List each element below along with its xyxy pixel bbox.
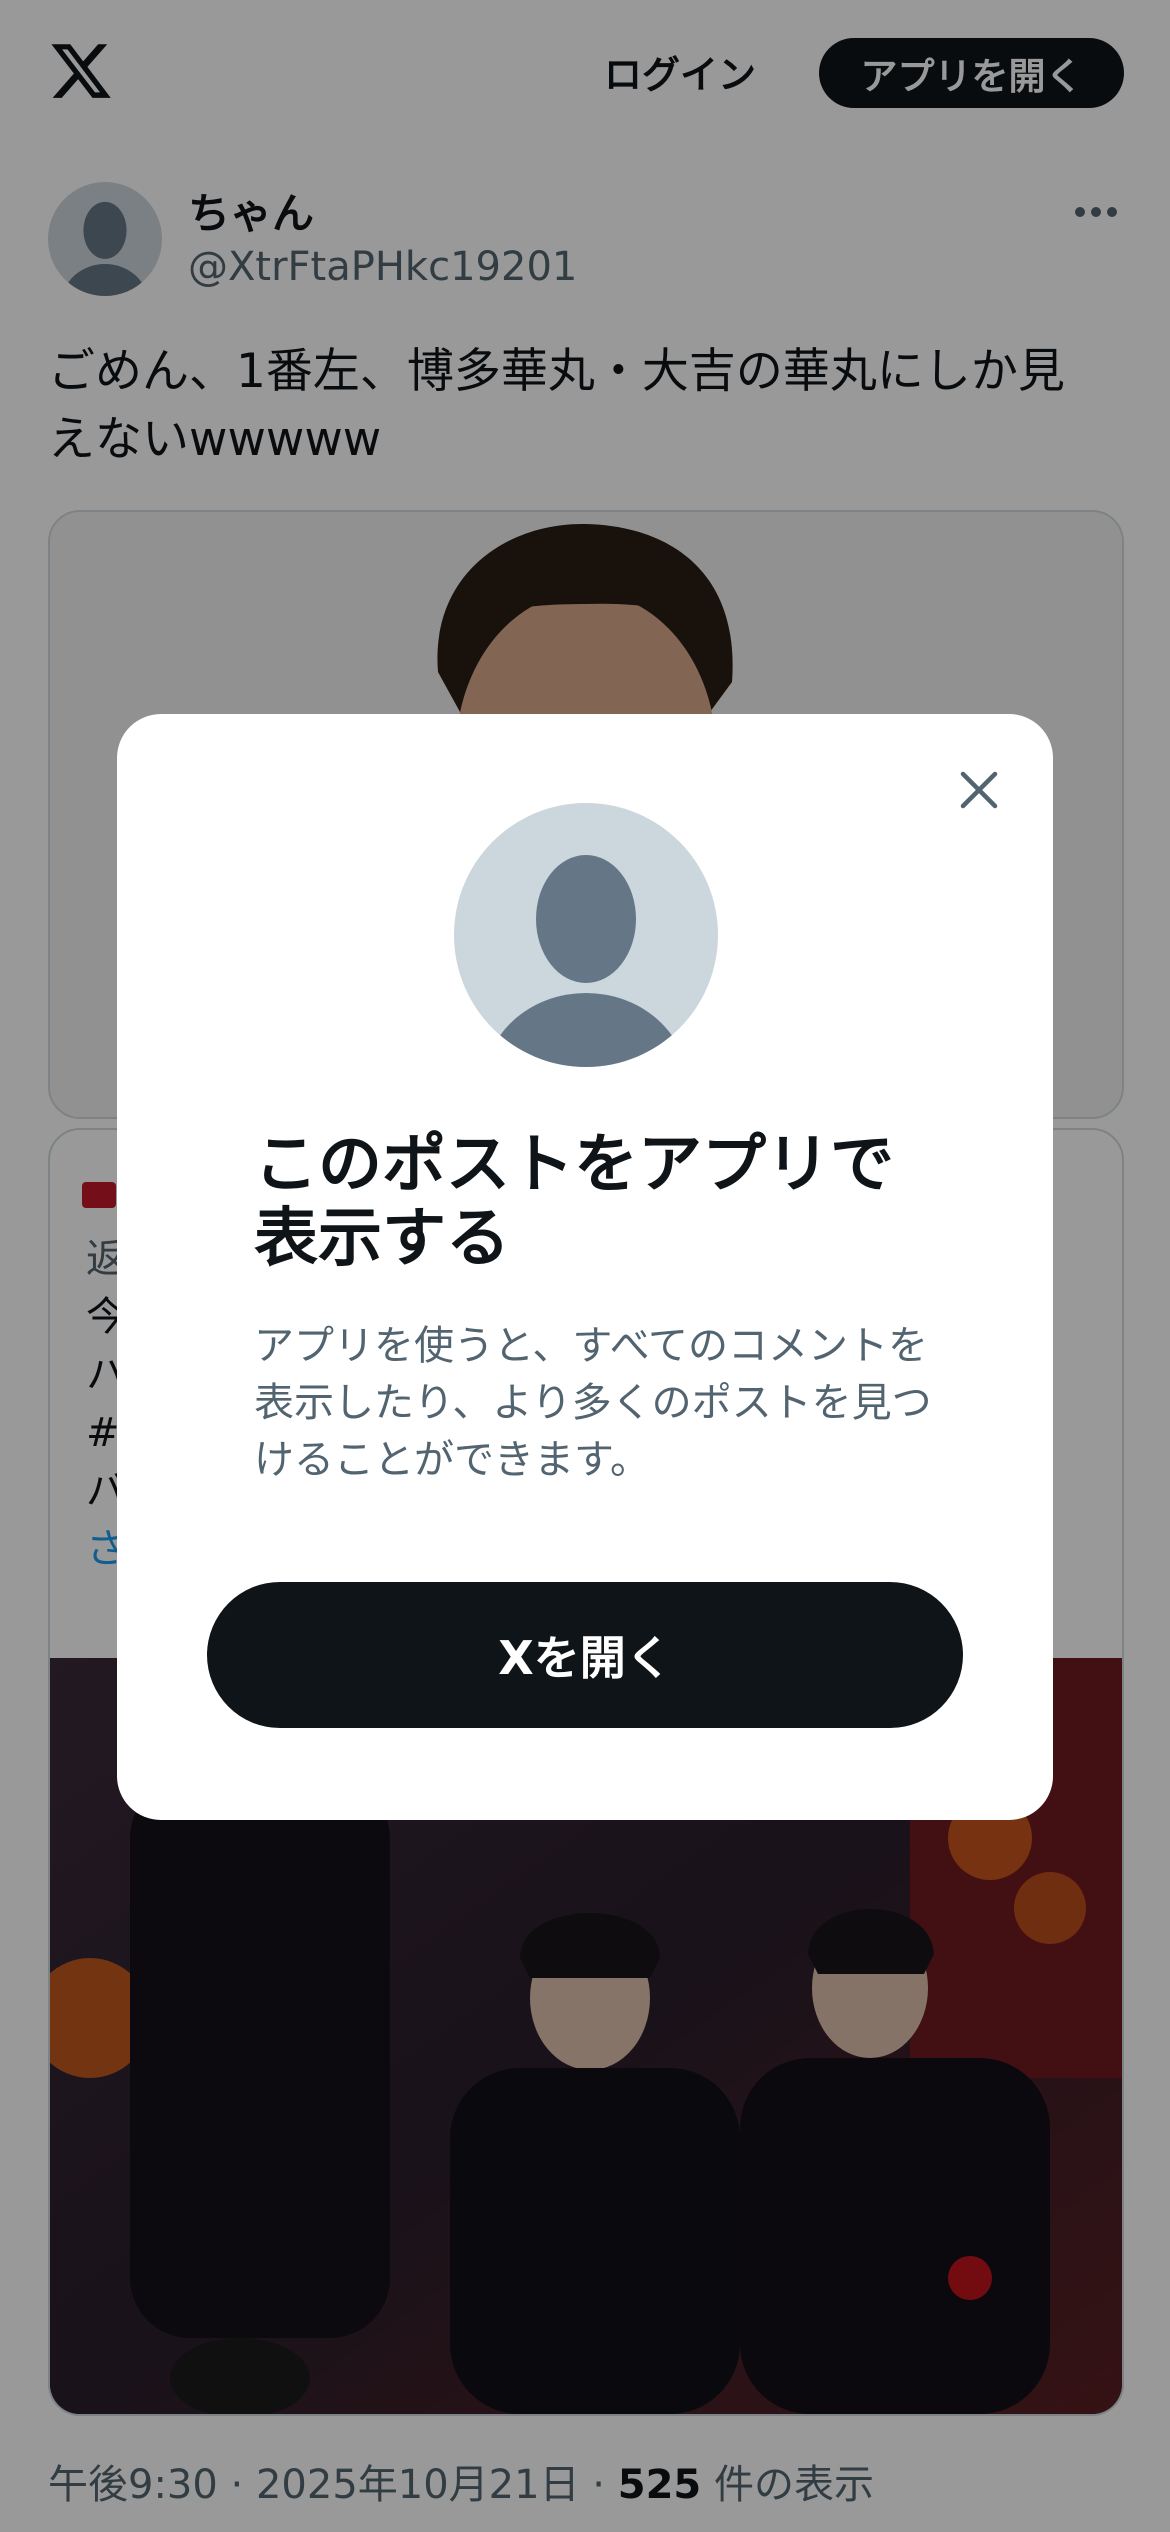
modal-description: アプリを使うと、すべてのコメントを表示したり、より多くのポストを見つけることがで… [254,1323,932,1483]
modal-title: このポストをアプリで表示する [254,1128,894,1276]
open-x-button[interactable]: Xを開く [207,1582,963,1728]
close-icon[interactable] [955,766,1003,814]
default-avatar-icon [486,855,686,1067]
modal-avatar [454,803,718,1067]
open-in-app-modal: このポストをアプリで表示する アプリを使うと、すべてのコメントを表示したり、より… [117,714,1053,1820]
